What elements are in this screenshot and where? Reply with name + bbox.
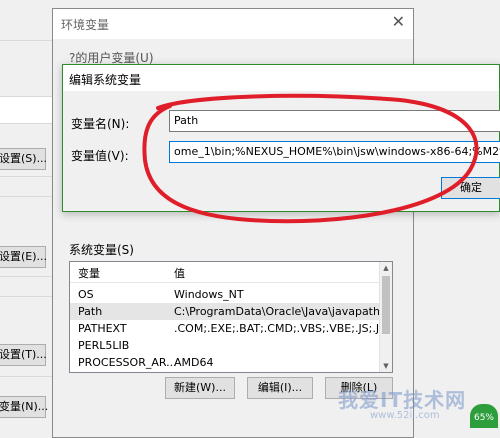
variable-value-input[interactable]: ome_1\bin;%NEXUS_HOME%\bin\jsw\windows-x… — [169, 141, 500, 163]
variable-value: AMD64 — [174, 356, 214, 369]
table-row[interactable]: PERL5LIB — [70, 337, 380, 354]
system-properties-window: 设置(S)... 设置(E)... 设置(T)... 变量(N)... — [0, 0, 60, 430]
delete-button[interactable]: 删除(L) — [325, 377, 393, 399]
variable-name: PROCESSOR_AR... — [78, 356, 177, 369]
battery-indicator: 65% — [470, 404, 498, 428]
variable-value: .COM;.EXE;.BAT;.CMD;.VBS;.VBE;.JS;.JSE;.… — [174, 322, 393, 335]
divider — [0, 296, 60, 297]
system-variables-label: 系统变量(S) — [69, 243, 134, 257]
column-header-value[interactable]: 值 — [174, 265, 185, 281]
scroll-down-icon[interactable]: ▼ — [380, 362, 392, 370]
variable-value-label: 变量值(V): — [71, 149, 129, 163]
settings-s-button[interactable]: 设置(S)... — [0, 148, 47, 170]
title-bar: 编辑系统变量 — [63, 65, 499, 91]
ok-button[interactable]: 确定 — [441, 177, 500, 199]
divider — [0, 176, 60, 177]
settings-e-button[interactable]: 设置(E)... — [0, 246, 47, 268]
table-row-selected[interactable]: Path C:\ProgramData\Oracle\Java\javapath… — [70, 303, 392, 320]
list-area — [0, 96, 56, 124]
window-title: 环境变量 — [61, 18, 110, 32]
variable-name: Path — [78, 305, 103, 318]
edit-button[interactable]: 编辑(I)... — [247, 377, 313, 399]
variable-value: Windows_NT — [174, 288, 244, 301]
variable-name: OS — [78, 288, 94, 301]
variable-name-input[interactable]: Path — [169, 110, 500, 132]
divider — [0, 196, 60, 197]
vertical-scrollbar[interactable]: ▲ ▼ — [379, 262, 392, 372]
table-row[interactable]: OS Windows_NT — [70, 286, 380, 303]
table-row[interactable]: PROCESSOR_AR... AMD64 — [70, 354, 380, 371]
scroll-up-icon[interactable]: ▲ — [380, 264, 392, 272]
list-header: 变量 值 — [70, 262, 380, 283]
title-bar: 环境变量 ✕ — [53, 9, 413, 39]
settings-t-button[interactable]: 设置(T)... — [0, 344, 47, 366]
new-button[interactable]: 新建(W)... — [165, 377, 235, 399]
divider — [0, 40, 60, 41]
variable-name-label: 变量名(N): — [71, 117, 130, 131]
variable-name: PATHEXT — [78, 322, 127, 335]
system-variables-list[interactable]: 变量 值 OS Windows_NT Path C:\ProgramData\O… — [69, 261, 393, 373]
variable-value: C:\ProgramData\Oracle\Java\javapath;d... — [174, 305, 393, 318]
divider — [0, 376, 60, 377]
dialog-title: 编辑系统变量 — [69, 73, 142, 87]
table-row[interactable]: PATHEXT .COM;.EXE;.BAT;.CMD;.VBS;.VBE;.J… — [70, 320, 392, 337]
divider — [0, 276, 60, 277]
variable-name: PERL5LIB — [78, 339, 130, 352]
edit-system-variable-dialog: 编辑系统变量 变量名(N): Path 变量值(V): ome_1\bin;%N… — [62, 64, 500, 212]
env-variables-button[interactable]: 变量(N)... — [0, 396, 48, 418]
scroll-thumb[interactable] — [382, 276, 390, 334]
column-header-variable[interactable]: 变量 — [78, 265, 100, 281]
close-icon[interactable]: ✕ — [392, 12, 405, 31]
